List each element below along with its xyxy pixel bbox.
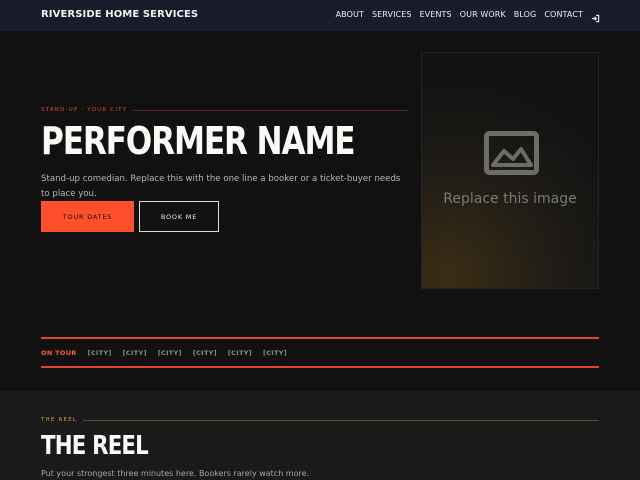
nav-item-blog[interactable]: BLOG xyxy=(514,10,537,19)
nav-item-events[interactable]: EVENTS xyxy=(420,10,452,19)
hero-image-placeholder: Replace this image xyxy=(421,52,599,289)
nav-item-our-work[interactable]: OUR WORK xyxy=(460,10,506,19)
tour-city[interactable]: [CITY] xyxy=(158,349,182,357)
tour-city[interactable]: [CITY] xyxy=(263,349,287,357)
tour-city[interactable]: [CITY] xyxy=(88,349,112,357)
hero-description: Stand-up comedian. Replace this with the… xyxy=(41,174,401,199)
kicker-divider xyxy=(133,109,409,111)
login-icon[interactable] xyxy=(591,10,600,23)
reel-kicker-row: THE REEL xyxy=(41,415,599,425)
tour-city[interactable]: [CITY] xyxy=(123,349,147,357)
nav-menu: ABOUT SERVICES EVENTS OUR WORK BLOG CONT… xyxy=(328,10,600,23)
image-icon xyxy=(484,131,539,175)
site-brand[interactable]: RIVERSIDE HOME SERVICES xyxy=(41,9,198,20)
book-me-button[interactable]: BOOK ME xyxy=(139,201,219,232)
top-navbar: RIVERSIDE HOME SERVICES ABOUT SERVICES E… xyxy=(0,0,640,31)
tour-dates-button[interactable]: TOUR DATES xyxy=(41,201,134,232)
tour-strip: ON TOUR [CITY] [CITY] [CITY] [CITY] [CIT… xyxy=(41,337,599,368)
tour-city[interactable]: [CITY] xyxy=(193,349,217,357)
reel-divider xyxy=(83,419,599,421)
tour-label: ON TOUR xyxy=(41,348,77,357)
reel-kicker: THE REEL xyxy=(41,417,78,423)
nav-item-services[interactable]: SERVICES xyxy=(372,10,412,19)
image-placeholder-text: Replace this image xyxy=(443,191,577,207)
nav-item-contact[interactable]: CONTACT xyxy=(544,10,583,19)
page-title: PERFORMER NAME xyxy=(41,119,356,163)
hero-kicker-row: STAND-UP · YOUR CITY xyxy=(41,105,409,115)
reel-description: Put your strongest three minutes here. B… xyxy=(41,469,310,478)
nav-item-about[interactable]: ABOUT xyxy=(336,10,364,19)
tour-city[interactable]: [CITY] xyxy=(228,349,252,357)
reel-section: THE REEL THE REEL Put your strongest thr… xyxy=(0,391,640,480)
reel-title: THE REEL xyxy=(41,431,149,461)
hero-kicker: STAND-UP · YOUR CITY xyxy=(41,107,128,113)
